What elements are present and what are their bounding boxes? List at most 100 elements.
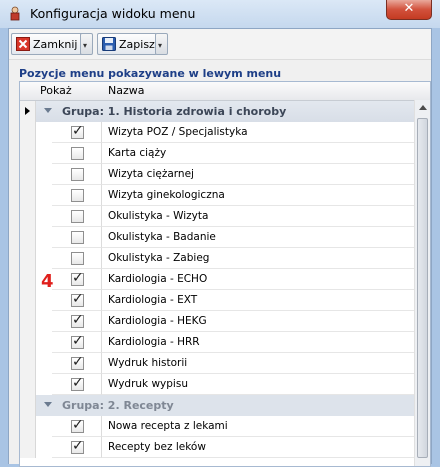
list-item[interactable]: Karta ciąży	[20, 143, 414, 164]
show-cell	[52, 227, 102, 248]
show-checkbox[interactable]	[71, 189, 84, 202]
list-item[interactable]: ✓ Kardiologia - ECHO	[20, 269, 414, 290]
show-checkbox[interactable]: ✓	[71, 438, 84, 454]
checkmark-icon: ✓	[72, 438, 84, 454]
show-checkbox[interactable]: ✓	[71, 333, 84, 349]
title-bar[interactable]: Konfiguracja widoku menu ✕	[0, 0, 440, 28]
column-header-show[interactable]: Pokaż	[40, 84, 72, 97]
show-checkbox[interactable]	[71, 252, 84, 265]
save-button[interactable]: Zapisz	[97, 33, 157, 55]
collapse-icon[interactable]	[44, 108, 52, 113]
row-indicator[interactable]	[20, 290, 36, 311]
list-item[interactable]: ✓ Nowa recepta z lekami	[20, 416, 414, 437]
row-indicator[interactable]	[20, 269, 36, 290]
list-item[interactable]: ✓ Wydruk historii	[20, 353, 414, 374]
row-indicator[interactable]	[20, 185, 36, 206]
show-checkbox[interactable]	[71, 231, 84, 244]
show-checkbox[interactable]: ✓	[71, 375, 84, 391]
toolbar: Zamknij ▾ Zapisz ▾	[9, 29, 431, 60]
vertical-scrollbar[interactable]	[414, 100, 430, 466]
item-name: Okulistyka - Wizyta	[108, 210, 209, 222]
scroll-up-icon[interactable]	[419, 105, 427, 110]
name-cell[interactable]: Kardiologia - HRR	[102, 332, 414, 353]
row-indicator[interactable]	[20, 101, 36, 122]
group-row[interactable]: Grupa: 1. Historia zdrowia i choroby	[20, 101, 414, 122]
row-indicator[interactable]	[20, 332, 36, 353]
row-indicator[interactable]	[20, 353, 36, 374]
list-item[interactable]: Wizyta ginekologiczna	[20, 185, 414, 206]
grid-header: Pokaż Nazwa	[20, 82, 430, 101]
row-indicator[interactable]	[20, 206, 36, 227]
scrollbar-thumb[interactable]	[417, 118, 428, 458]
row-indicator[interactable]	[20, 437, 36, 458]
window-title: Konfiguracja widoku menu	[30, 6, 196, 21]
name-cell[interactable]: Recepty bez leków	[102, 437, 414, 458]
show-checkbox[interactable]: ✓	[71, 417, 84, 433]
item-name: Okulistyka - Badanie	[108, 231, 216, 243]
name-cell[interactable]: Wizyta ciężarnej	[102, 164, 414, 185]
row-indicator[interactable]	[20, 416, 36, 437]
close-button[interactable]: Zamknij	[11, 33, 83, 55]
name-cell[interactable]: Nowa recepta z lekami	[102, 416, 414, 437]
current-row-icon	[25, 107, 30, 115]
list-item[interactable]: ✓ Wydruk wypisu	[20, 374, 414, 395]
name-cell[interactable]: Kardiologia - HEKG	[102, 311, 414, 332]
show-cell	[52, 206, 102, 227]
row-indicator[interactable]	[20, 122, 36, 143]
row-indicator[interactable]	[20, 227, 36, 248]
show-checkbox[interactable]: ✓	[71, 312, 84, 328]
save-dropdown-button[interactable]: ▾	[155, 33, 168, 55]
annotation-number: 4	[41, 271, 54, 292]
show-checkbox[interactable]	[71, 210, 84, 223]
chevron-down-icon: ▾	[83, 41, 88, 50]
list-item[interactable]: Okulistyka - Wizyta	[20, 206, 414, 227]
name-cell[interactable]: Okulistyka - Zabieg	[102, 248, 414, 269]
show-checkbox[interactable]	[71, 147, 84, 160]
name-cell[interactable]: Wydruk wypisu	[102, 374, 414, 395]
row-indicator[interactable]	[20, 164, 36, 185]
menu-items-grid: Pokaż Nazwa Grupa: 1. Historia zdrowia i…	[19, 81, 431, 467]
show-checkbox[interactable]	[71, 168, 84, 181]
list-item[interactable]: Okulistyka - Zabieg	[20, 248, 414, 269]
name-cell[interactable]: Kardiologia - EXT	[102, 290, 414, 311]
item-name: Wydruk wypisu	[108, 378, 188, 390]
show-cell: ✓	[52, 311, 102, 332]
list-item[interactable]: ✓ Wizyta POZ / Specjalistyka	[20, 122, 414, 143]
item-name: Wizyta ginekologiczna	[108, 189, 225, 201]
name-cell[interactable]: Okulistyka - Wizyta	[102, 206, 414, 227]
window-close-button[interactable]: ✕	[386, 0, 432, 20]
list-item[interactable]: ✓ Kardiologia - HRR	[20, 332, 414, 353]
show-checkbox[interactable]: ✓	[71, 270, 84, 286]
row-indicator[interactable]	[20, 395, 36, 416]
group-label: Grupa: 2. Recepty	[62, 399, 174, 412]
chevron-down-icon: ▾	[158, 41, 163, 50]
row-indicator[interactable]	[20, 374, 36, 395]
show-checkbox[interactable]: ✓	[71, 291, 84, 307]
group-row[interactable]: Grupa: 2. Recepty	[20, 395, 414, 416]
close-red-icon	[16, 37, 30, 51]
name-cell[interactable]: Wizyta ginekologiczna	[102, 185, 414, 206]
show-cell	[52, 164, 102, 185]
show-cell	[52, 248, 102, 269]
close-dropdown-button[interactable]: ▾	[80, 33, 93, 55]
show-checkbox[interactable]: ✓	[71, 123, 84, 139]
checkmark-icon: ✓	[72, 291, 84, 307]
row-indicator[interactable]	[20, 248, 36, 269]
list-item[interactable]: ✓ Kardiologia - HEKG	[20, 311, 414, 332]
column-header-name[interactable]: Nazwa	[108, 84, 144, 97]
name-cell[interactable]: Okulistyka - Badanie	[102, 227, 414, 248]
list-item[interactable]: ✓ Kardiologia - EXT	[20, 290, 414, 311]
row-indicator[interactable]	[20, 143, 36, 164]
name-cell[interactable]: Wizyta POZ / Specjalistyka	[102, 122, 414, 143]
name-cell[interactable]: Wydruk historii	[102, 353, 414, 374]
show-cell: ✓	[52, 353, 102, 374]
list-item[interactable]: Okulistyka - Badanie	[20, 227, 414, 248]
list-item[interactable]: Wizyta ciężarnej	[20, 164, 414, 185]
item-name: Kardiologia - HRR	[108, 336, 200, 348]
row-indicator[interactable]	[20, 311, 36, 332]
collapse-icon[interactable]	[44, 402, 52, 407]
name-cell[interactable]: Kardiologia - ECHO	[102, 269, 414, 290]
list-item[interactable]: ✓ Recepty bez leków	[20, 437, 414, 458]
show-checkbox[interactable]: ✓	[71, 354, 84, 370]
name-cell[interactable]: Karta ciąży	[102, 143, 414, 164]
